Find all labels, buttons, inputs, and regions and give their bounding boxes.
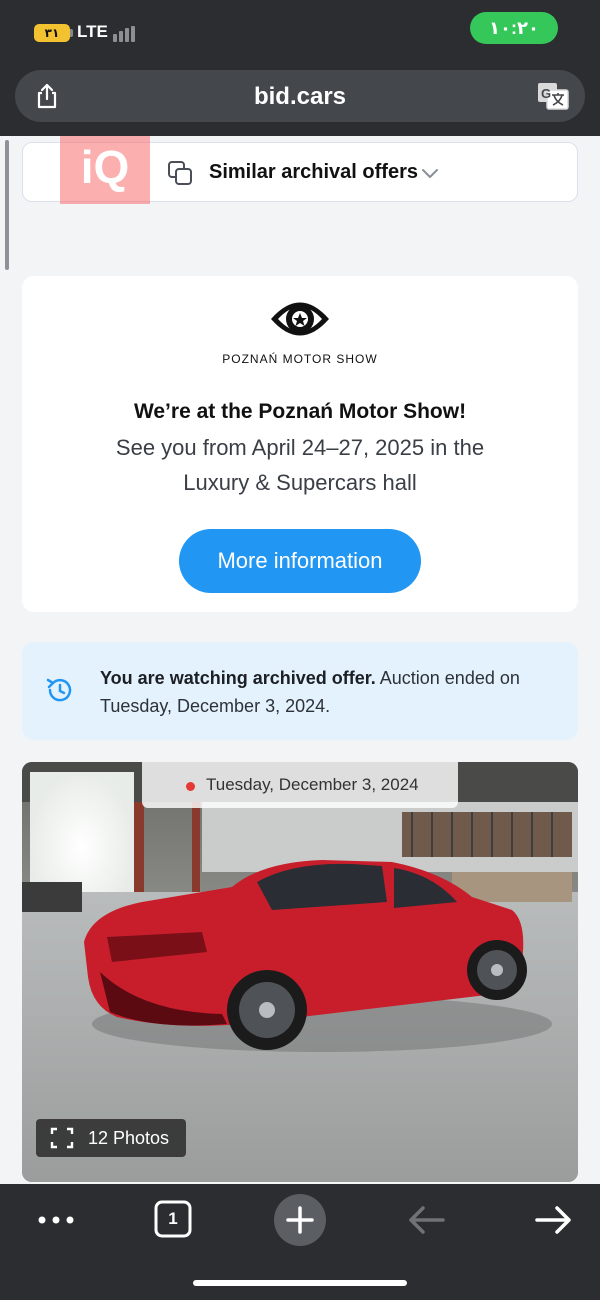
car-photo-gallery[interactable]: Tuesday, December 3, 2024 12 Photos: [22, 762, 578, 1182]
chevron-down-icon: [422, 169, 438, 178]
more-information-button[interactable]: More information: [179, 529, 421, 593]
battery-tip: [70, 29, 73, 37]
motor-show-logo-icon: [271, 302, 329, 336]
scrollbar[interactable]: [5, 140, 9, 270]
battery-indicator: ٣١: [34, 24, 70, 42]
tab-count: 1: [168, 1209, 178, 1228]
signal-icon: [113, 26, 139, 42]
translate-icon[interactable]: G: [537, 82, 569, 110]
forward-icon[interactable]: [523, 1198, 583, 1242]
status-dot-icon: [186, 782, 195, 791]
web-page: Similar archival offers iQ POZNAŃ MOTOR …: [0, 136, 600, 1184]
browser-toolbar: 1: [0, 1184, 600, 1300]
back-icon[interactable]: [397, 1198, 457, 1242]
network-type: LTE: [77, 22, 108, 41]
auction-date-badge: Tuesday, December 3, 2024: [142, 762, 458, 808]
promo-card: POZNAŃ MOTOR SHOW We’re at the Poznań Mo…: [22, 276, 578, 612]
copy-icon: [168, 161, 192, 185]
expand-icon: [50, 1127, 74, 1149]
home-indicator[interactable]: [193, 1280, 407, 1286]
logo-text: POZNAŃ MOTOR SHOW: [222, 352, 378, 366]
clock: ١٠:٢٠: [470, 12, 558, 44]
promo-title: We’re at the Poznań Motor Show!: [133, 400, 467, 423]
svg-text:G: G: [541, 86, 551, 101]
new-tab-icon[interactable]: [270, 1192, 330, 1248]
status-bar: ٣١ LTE ١٠:٢٠: [0, 0, 600, 68]
url-text[interactable]: bid.cars: [15, 83, 585, 111]
browser-address-area: bid.cars G: [0, 68, 600, 136]
promo-description: See you from April 24–27, 2025 in the Lu…: [115, 435, 485, 495]
tabs-button[interactable]: 1: [143, 1198, 203, 1242]
archive-notice-text: You are watching archived offer. Auction…: [100, 664, 520, 720]
more-icon[interactable]: [26, 1198, 86, 1242]
photos-count-label: 12 Photos: [88, 1128, 170, 1148]
archive-notice: You are watching archived offer. Auction…: [22, 642, 578, 740]
watermark-logo: iQ: [60, 136, 150, 204]
history-icon: [46, 678, 72, 702]
address-bar[interactable]: bid.cars G: [15, 70, 585, 122]
photos-count-button[interactable]: 12 Photos: [36, 1119, 186, 1157]
similar-offers-label: Similar archival offers: [209, 161, 418, 183]
auction-date: Tuesday, December 3, 2024: [206, 775, 419, 794]
archive-notice-bold: You are watching archived offer.: [100, 668, 376, 688]
